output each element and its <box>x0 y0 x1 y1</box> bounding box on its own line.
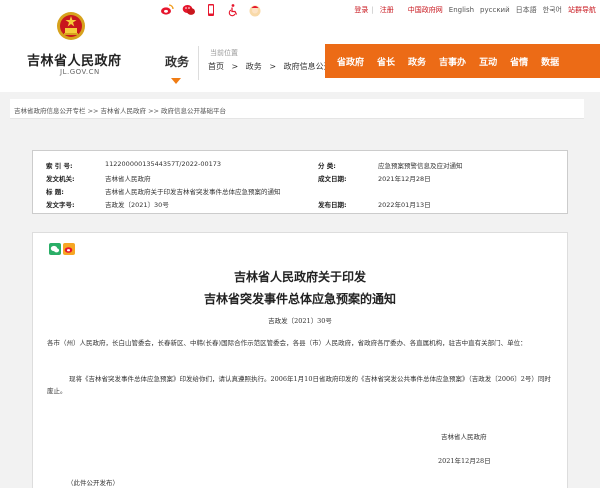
docno-value: 吉政发〔2021〕30号 <box>105 201 169 209</box>
share-buttons <box>49 243 75 255</box>
main-nav: 省政府 省长 政务 吉事办 互动 省情 数据 <box>325 44 600 78</box>
nav-item-zhengwu[interactable]: 政务 <box>408 55 426 68</box>
section-arrow-icon <box>171 78 181 84</box>
wechat-icon[interactable] <box>182 3 196 17</box>
section-title: 政务 <box>165 55 190 69</box>
pubdate-label: 发布日期: <box>318 201 347 209</box>
signature-org: 吉林省人民政府 <box>441 433 487 441</box>
register-link[interactable]: 注册 <box>380 5 394 15</box>
breadcrumb-strip: 吉林省政府信息公开专栏 >> 吉林省人民政府 >> 政府信息公开基础平台 <box>0 92 600 122</box>
date-value: 2021年12月28日 <box>378 175 431 183</box>
issuer-label: 发文机关: <box>46 175 75 183</box>
document-metadata-card: 索 引 号: 11220000013544357T/2022-00173 分 类… <box>32 150 568 214</box>
nav-item-interaction[interactable]: 互动 <box>479 55 497 68</box>
weibo-share-icon[interactable] <box>63 243 75 255</box>
issuer-value: 吉林省人民政府 <box>105 175 151 183</box>
nav-item-governor[interactable]: 省长 <box>377 55 395 68</box>
pubdate-value: 2022年01月13日 <box>378 201 431 209</box>
document-title-line-1: 吉林省人民政府关于印发 <box>233 270 366 284</box>
site-header: 吉林省人民政府 JL.GOV.CN 政务 当前位置 首页 > 政务 > 政府信息… <box>0 12 600 92</box>
title-value: 吉林省人民政府关于印发吉林省突发事件总体应急预案的通知 <box>105 188 281 196</box>
lang-link-gov[interactable]: 中国政府网 <box>408 5 443 15</box>
divider: | <box>371 6 374 14</box>
meta-row: 标 题: 吉林省人民政府关于印发吉林省突发事件总体应急预案的通知 <box>33 186 567 198</box>
crumb-separator: > <box>231 62 239 71</box>
header-breadcrumb: 首页 > 政务 > 政府信息公开 <box>208 61 337 72</box>
category-label: 分 类: <box>318 162 336 170</box>
location-label: 当前位置 <box>210 49 238 57</box>
date-label: 成文日期: <box>318 175 347 183</box>
docno-label: 发文字号: <box>46 201 75 209</box>
weibo-icon[interactable] <box>160 3 174 17</box>
lang-link-russian[interactable]: русский <box>480 6 510 14</box>
nav-item-provincial-gov[interactable]: 省政府 <box>337 55 364 68</box>
site-group-link[interactable]: 站群导航 <box>568 5 596 15</box>
breadcrumb: 吉林省政府信息公开专栏 >> 吉林省人民政府 >> 政府信息公开基础平台 <box>10 99 584 119</box>
signature-date: 2021年12月28日 <box>438 457 491 465</box>
elder-mode-icon[interactable] <box>248 3 262 17</box>
body-paragraph: 现将《吉林省突发事件总体应急预案》印发给你们，请认真遵照执行。2006年1月10… <box>47 375 551 395</box>
crumb-home[interactable]: 首页 <box>208 62 224 71</box>
category-value: 应急预案预警信息及应对通知 <box>378 162 463 170</box>
accessibility-icon[interactable] <box>226 3 240 17</box>
nav-item-jishiban[interactable]: 吉事办 <box>439 55 466 68</box>
lang-link-english[interactable]: English <box>449 6 474 14</box>
index-value: 11220000013544357T/2022-00173 <box>105 160 222 168</box>
nav-item-data[interactable]: 数据 <box>541 55 559 68</box>
crumb-separator: > <box>269 62 277 71</box>
meta-row: 索 引 号: 11220000013544357T/2022-00173 分 类… <box>33 160 567 172</box>
login-link[interactable]: 登录 <box>354 5 368 15</box>
national-emblem-icon[interactable] <box>55 10 87 42</box>
document-number: 吉政发〔2021〕30号 <box>268 317 332 325</box>
nav-item-province-info[interactable]: 省情 <box>510 55 528 68</box>
mobile-icon[interactable] <box>204 3 218 17</box>
social-icons <box>160 3 262 17</box>
site-domain: JL.GOV.CN <box>60 68 100 76</box>
publication-note: （此件公开发布） <box>67 479 119 487</box>
lang-link-japanese[interactable]: 日本語 <box>516 5 537 15</box>
addressee-paragraph: 各市（州）人民政府，长白山管委会，长春新区、中韩(长春)国际合作示范区管委会，各… <box>47 339 527 347</box>
meta-row: 发文字号: 吉政发〔2021〕30号 发布日期: 2022年01月13日 <box>33 199 567 211</box>
index-label: 索 引 号: <box>46 162 73 170</box>
site-name[interactable]: 吉林省人民政府 <box>27 50 122 69</box>
title-label: 标 题: <box>46 188 64 196</box>
breadcrumb-text[interactable]: 吉林省政府信息公开专栏 >> 吉林省人民政府 >> 政府信息公开基础平台 <box>14 105 226 115</box>
top-links: 登录 | 注册 中国政府网 English русский 日本語 한국어 站群… <box>348 5 596 15</box>
document-body: 吉林省人民政府关于印发 吉林省突发事件总体应急预案的通知 吉政发〔2021〕30… <box>32 232 568 488</box>
top-utility-bar: 登录 | 注册 中国政府网 English русский 日本語 한국어 站群… <box>0 0 600 22</box>
document-title-line-2: 吉林省突发事件总体应急预案的通知 <box>203 292 396 306</box>
divider <box>198 46 199 80</box>
meta-row: 发文机关: 吉林省人民政府 成文日期: 2021年12月28日 <box>33 173 567 185</box>
crumb-zhengwu[interactable]: 政务 <box>246 62 262 71</box>
wechat-share-icon[interactable] <box>49 243 61 255</box>
lang-link-korean[interactable]: 한국어 <box>543 5 562 15</box>
